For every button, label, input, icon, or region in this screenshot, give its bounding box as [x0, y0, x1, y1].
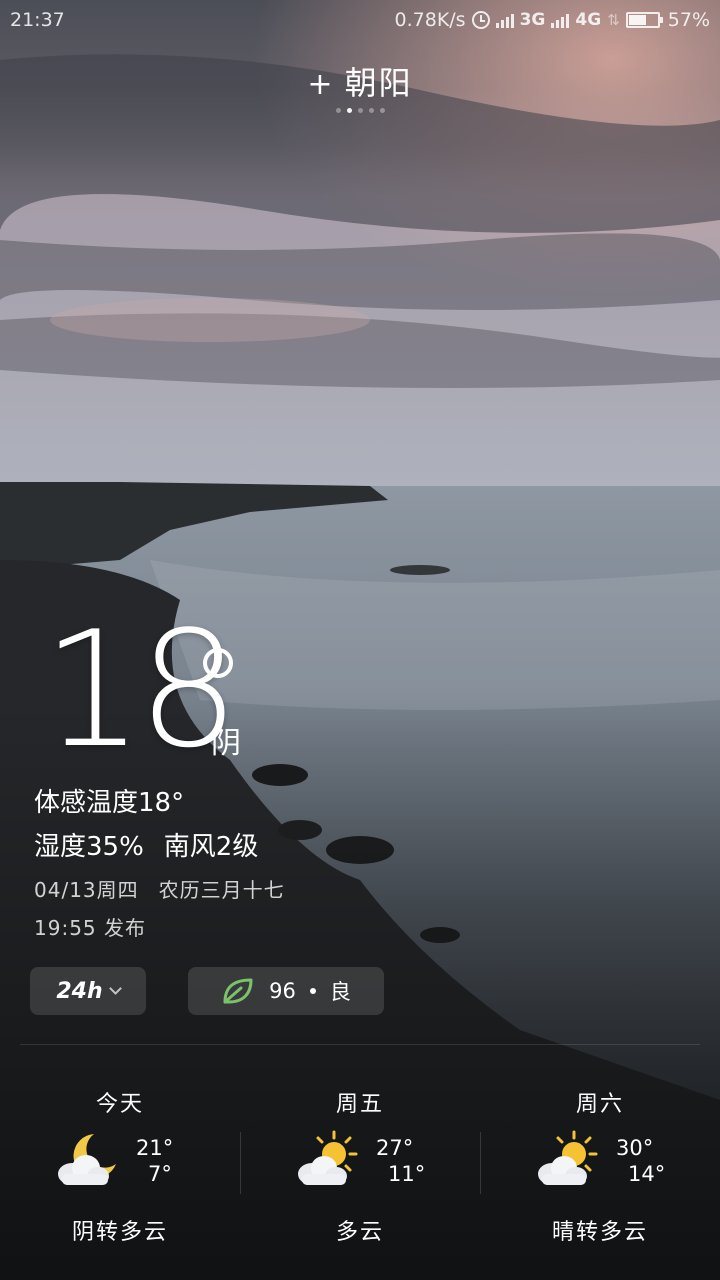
forecast-low: 11°: [388, 1162, 426, 1186]
page-dot: [335, 108, 341, 113]
current-temperature: 18: [42, 596, 240, 783]
page-indicator: [0, 108, 720, 113]
forecast-high: 30°: [616, 1136, 654, 1160]
aqi-level: 良: [329, 980, 351, 1004]
page-dot: [379, 108, 385, 113]
date-row: 04/13周四 农历三月十七: [34, 874, 285, 903]
data-transfer-icon: ⇅: [607, 11, 620, 29]
moon-cloud-icon: [58, 1134, 116, 1185]
daily-forecast: 今天 21° 7° 阴转多云 周五 27° 11° 多云 周六 30° 14° …: [0, 1080, 720, 1250]
forecast-high: 27°: [376, 1136, 414, 1160]
forecast-day-label: 周六: [575, 1092, 624, 1117]
status-bar: 21:37 0.78K/s 3G 4G ⇅ 57%: [0, 0, 720, 40]
battery-percent: 57%: [667, 9, 710, 31]
forecast-day-friday[interactable]: 周五 27° 11° 多云: [240, 1080, 480, 1250]
forecast-day-label: 周五: [335, 1092, 384, 1117]
network-4g-label: 4G: [575, 10, 602, 30]
leaf-icon: [223, 978, 253, 1004]
add-city-button[interactable]: +: [307, 67, 334, 102]
date: 04/13周四: [34, 878, 139, 902]
network-3g-label: 3G: [519, 10, 546, 30]
alarm-icon: [471, 11, 490, 29]
sun-cloud-icon: [298, 1130, 358, 1185]
feels-like: 体感温度18°: [34, 788, 185, 818]
signal-4g-icon: [551, 12, 570, 28]
sun-cloud-icon: [538, 1130, 598, 1185]
page-dot: [357, 108, 363, 113]
aqi-value: 96: [269, 979, 296, 1003]
network-speed: 0.78K/s: [394, 9, 466, 31]
status-right-group: 0.78K/s 3G 4G ⇅ 57%: [395, 9, 710, 31]
city-header: + 朝阳: [0, 58, 720, 104]
forecast-description: 阴转多云: [71, 1220, 168, 1245]
lunar-date: 农历三月十七: [158, 878, 285, 902]
page-dot: [346, 108, 352, 113]
forecast-high: 21°: [136, 1136, 174, 1160]
forecast-low: 7°: [148, 1162, 172, 1186]
forecast-day-label: 今天: [95, 1092, 144, 1117]
hourly-label: 24h: [56, 978, 103, 1004]
current-condition: 阴: [211, 726, 241, 761]
dot-separator: [309, 988, 316, 994]
humidity-wind-row: 湿度35% 南风2级: [34, 826, 258, 863]
signal-3g-icon: [495, 12, 514, 28]
page-dot: [368, 108, 374, 113]
publish-time: 19:55 发布: [34, 916, 146, 940]
status-time: 21:37: [10, 9, 65, 31]
battery-icon: [625, 12, 663, 28]
forecast-low: 14°: [628, 1162, 666, 1186]
forecast-day-today[interactable]: 今天 21° 7° 阴转多云: [0, 1080, 240, 1250]
hourly-forecast-button[interactable]: 24h: [30, 967, 146, 1015]
wind: 南风2级: [163, 832, 259, 862]
forecast-divider: [20, 1044, 700, 1045]
humidity: 湿度35%: [34, 832, 144, 862]
city-name[interactable]: 朝阳: [345, 64, 413, 102]
forecast-description: 多云: [335, 1220, 384, 1245]
forecast-description: 晴转多云: [551, 1220, 648, 1245]
degree-symbol-icon: [203, 648, 233, 678]
chevron-down-icon: [108, 982, 122, 995]
air-quality-button[interactable]: 96 良: [188, 967, 384, 1015]
forecast-day-saturday[interactable]: 周六 30° 14° 晴转多云: [480, 1080, 720, 1250]
